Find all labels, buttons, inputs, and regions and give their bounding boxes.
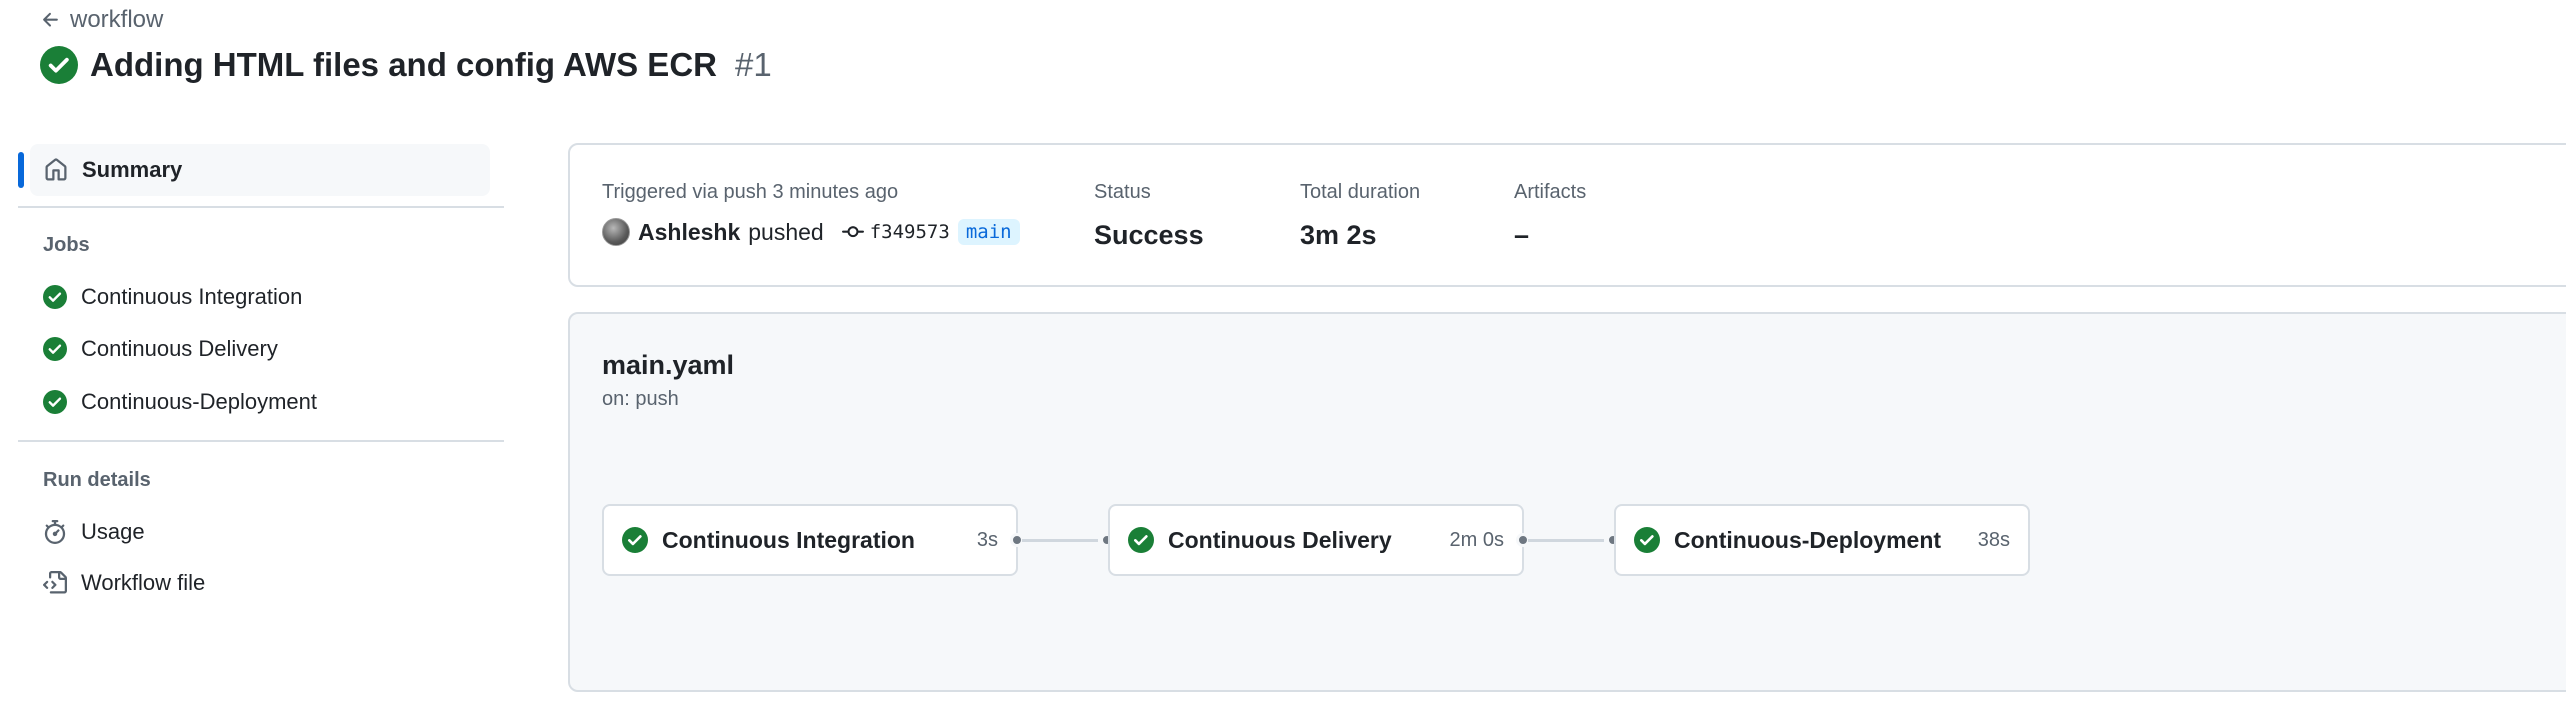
- job-connector: [1022, 539, 1098, 542]
- avatar[interactable]: [602, 218, 630, 246]
- job-connector: [1528, 539, 1604, 542]
- success-check-icon: [43, 390, 67, 414]
- success-check-icon: [1634, 527, 1660, 553]
- sidebar-job-label: Continuous Integration: [81, 284, 303, 309]
- graph-job-continuous-deployment[interactable]: Continuous-Deployment 38s: [1614, 504, 2030, 576]
- run-details-heading: Run details: [43, 469, 151, 491]
- sidebar-job-continuous-delivery[interactable]: Continuous Delivery: [43, 336, 278, 362]
- artifacts-value: –: [1514, 220, 1530, 250]
- run-info-card: Triggered via push 3 minutes ago Ashlesh…: [568, 143, 2566, 287]
- success-check-icon: [1128, 527, 1154, 553]
- sidebar-item-summary[interactable]: Summary: [30, 144, 490, 196]
- duration-block: Total duration 3m 2s: [1300, 181, 1420, 251]
- sidebar-job-continuous-deployment[interactable]: Continuous-Deployment: [43, 389, 317, 415]
- push-details: Ashleshk pushed f349573 main: [602, 218, 1020, 246]
- sidebar-job-label: Continuous-Deployment: [81, 389, 318, 414]
- sidebar-item-label: Workflow file: [81, 570, 206, 595]
- sidebar-item-usage[interactable]: Usage: [43, 519, 145, 545]
- job-name: Continuous Delivery: [1168, 526, 1392, 553]
- sidebar-item-workflow-file[interactable]: Workflow file: [43, 570, 205, 596]
- sidebar-job-label: Continuous Delivery: [81, 336, 278, 361]
- graph-job-continuous-integration[interactable]: Continuous Integration 3s: [602, 504, 1018, 576]
- job-name: Continuous-Deployment: [1674, 526, 1942, 553]
- trigger-text: Triggered via push 3 minutes ago: [602, 181, 899, 203]
- page-title: Adding HTML files and config AWS ECR: [90, 46, 717, 83]
- stopwatch-icon: [44, 520, 66, 544]
- job-duration: 38s: [1977, 528, 2010, 551]
- success-check-icon: [43, 285, 67, 309]
- action-text: pushed: [748, 218, 824, 245]
- status-label: Status: [1094, 181, 1151, 203]
- sidebar-divider: [18, 206, 504, 208]
- page-title-row: Adding HTML files and config AWS ECR #1: [40, 46, 772, 84]
- run-number: #1: [734, 46, 772, 83]
- status-value: Success: [1094, 220, 1204, 250]
- sidebar-item-label: Summary: [82, 157, 183, 182]
- job-duration: 2m 0s: [1449, 528, 1504, 551]
- git-commit-icon: [841, 226, 864, 238]
- workflow-graph-card: main.yaml on: push Continuous Integratio…: [568, 312, 2566, 692]
- success-check-icon: [40, 46, 78, 84]
- commit-sha: f349573: [869, 221, 950, 243]
- trigger-block: Triggered via push 3 minutes ago Ashlesh…: [602, 181, 1020, 246]
- jobs-heading: Jobs: [43, 234, 90, 256]
- file-code-icon: [43, 571, 67, 594]
- duration-value: 3m 2s: [1300, 220, 1377, 250]
- graph-job-continuous-delivery[interactable]: Continuous Delivery 2m 0s: [1108, 504, 1524, 576]
- home-icon: [45, 158, 67, 181]
- commit-link[interactable]: f349573: [841, 221, 950, 243]
- branch-badge[interactable]: main: [957, 219, 1020, 245]
- actor-link[interactable]: Ashleshk: [638, 219, 740, 246]
- success-check-icon: [43, 337, 67, 361]
- job-duration: 3s: [976, 528, 998, 551]
- sidebar-item-label: Usage: [81, 519, 145, 544]
- active-indicator: [18, 152, 24, 188]
- workflow-trigger: on: push: [602, 388, 679, 410]
- artifacts-label: Artifacts: [1514, 181, 1587, 203]
- back-to-workflow-link[interactable]: workflow: [40, 6, 163, 34]
- duration-label: Total duration: [1300, 181, 1421, 203]
- sidebar-divider: [18, 440, 504, 442]
- workflow-file-name: main.yaml: [602, 350, 735, 380]
- job-name: Continuous Integration: [662, 526, 915, 553]
- arrow-left-icon: [43, 12, 58, 27]
- sidebar-job-continuous-integration[interactable]: Continuous Integration: [43, 284, 302, 310]
- back-link-label: workflow: [70, 6, 164, 33]
- artifacts-block: Artifacts –: [1514, 181, 1586, 251]
- status-block: Status Success: [1094, 181, 1204, 251]
- success-check-icon: [622, 527, 648, 553]
